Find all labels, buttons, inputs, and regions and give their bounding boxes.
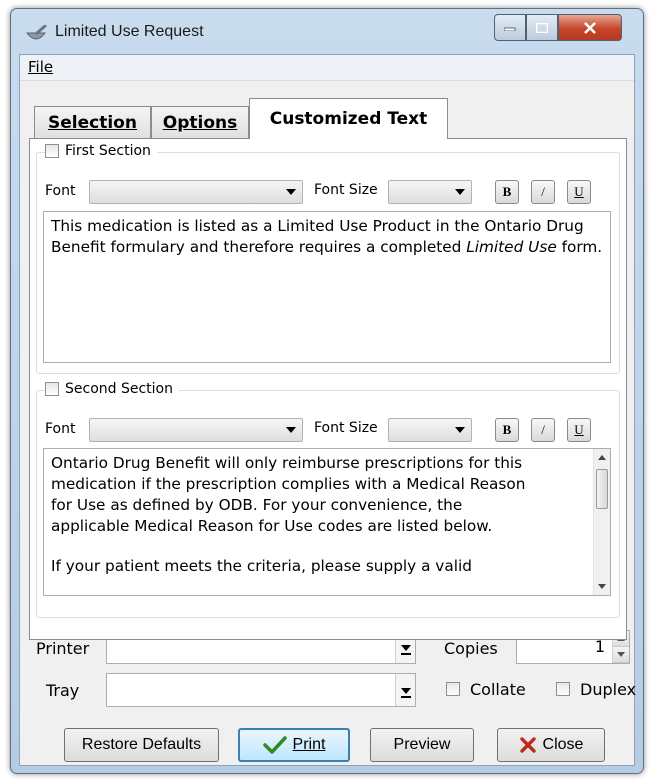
first-section-text-end: form. xyxy=(556,238,603,256)
dialog-client-area: File Selection Options Customized Text F… xyxy=(19,54,637,766)
font-label: Font xyxy=(45,183,76,199)
font-size-select[interactable] xyxy=(388,418,472,442)
first-section-group: First Section Font Font Size B / U This … xyxy=(36,143,620,374)
first-section-legend: First Section xyxy=(45,143,157,159)
tray-label: Tray xyxy=(46,681,80,700)
scroll-down-icon[interactable] xyxy=(598,584,606,589)
second-section-line: applicable Medical Reason for Use codes … xyxy=(51,517,493,535)
second-section-checkbox[interactable] xyxy=(45,382,59,396)
second-section-line: If your patient meets the criteria, plea… xyxy=(51,557,472,575)
chevron-down-icon xyxy=(286,427,296,433)
preview-button[interactable]: Preview xyxy=(370,728,474,762)
font-label: Font xyxy=(45,421,76,437)
underline-button[interactable]: U xyxy=(567,180,591,204)
tab-options[interactable]: Options xyxy=(151,106,249,138)
printer-label: Printer xyxy=(36,639,90,658)
second-section-label: Second Section xyxy=(65,381,173,397)
first-section-textbox[interactable]: This medication is listed as a Limited U… xyxy=(43,211,611,363)
dropdown-arrow-icon xyxy=(395,674,415,706)
second-section-textbox[interactable]: Ontario Drug Benefit will only reimburse… xyxy=(43,448,611,596)
limited-use-request-window: Limited Use Request File Selection Optio… xyxy=(10,8,644,774)
second-section-line: Ontario Drug Benefit will only reimburse… xyxy=(51,454,523,472)
second-section-group: Second Section Font Font Size B / U Onta… xyxy=(36,381,620,618)
font-size-label: Font Size xyxy=(314,420,378,436)
first-section-checkbox[interactable] xyxy=(45,144,59,158)
window-close-button[interactable] xyxy=(558,14,622,41)
italic-button[interactable]: / xyxy=(531,418,555,442)
close-button[interactable]: Close xyxy=(497,728,605,762)
scroll-up-icon[interactable] xyxy=(598,455,606,460)
close-label: Close xyxy=(542,736,584,753)
decrement-icon[interactable] xyxy=(613,647,629,663)
first-section-label: First Section xyxy=(65,143,151,159)
collate-checkbox[interactable] xyxy=(446,682,460,696)
close-icon xyxy=(584,21,596,34)
chevron-down-icon xyxy=(455,427,465,433)
tab-customized-text-label: Customized Text xyxy=(269,109,428,129)
print-label: Print xyxy=(292,736,326,753)
second-section-legend: Second Section xyxy=(45,381,179,397)
vertical-scrollbar[interactable] xyxy=(593,449,610,595)
italic-button[interactable]: / xyxy=(531,180,555,204)
mortar-pestle-icon xyxy=(25,25,47,40)
customized-text-panel: First Section Font Font Size B / U This … xyxy=(29,138,627,640)
minimize-icon xyxy=(504,27,516,31)
close-x-icon xyxy=(519,737,536,753)
chevron-down-icon xyxy=(286,189,296,195)
font-select[interactable] xyxy=(89,180,303,204)
checkmark-icon xyxy=(262,736,287,754)
collate-label: Collate xyxy=(470,680,526,699)
font-size-label: Font Size xyxy=(314,182,378,198)
maximize-button[interactable] xyxy=(526,14,558,41)
scroll-thumb[interactable] xyxy=(596,469,608,509)
font-size-select[interactable] xyxy=(388,180,472,204)
window-title: Limited Use Request xyxy=(55,23,204,40)
bold-button[interactable]: B xyxy=(495,180,519,204)
preview-label: Preview xyxy=(393,736,451,753)
chevron-down-icon xyxy=(455,189,465,195)
tab-customized-text[interactable]: Customized Text xyxy=(249,98,448,139)
tab-selection[interactable]: Selection xyxy=(34,106,151,138)
tab-options-label: Options xyxy=(162,112,238,133)
print-button[interactable]: Print xyxy=(238,728,350,762)
bold-button[interactable]: B xyxy=(495,418,519,442)
tab-selection-label: Selection xyxy=(48,112,137,133)
restore-defaults-button[interactable]: Restore Defaults xyxy=(64,728,219,762)
duplex-label: Duplex xyxy=(580,680,637,699)
minimize-button[interactable] xyxy=(494,14,526,41)
copies-label: Copies xyxy=(444,639,498,658)
tray-select[interactable] xyxy=(106,673,416,707)
maximize-icon xyxy=(536,22,548,33)
title-bar[interactable]: Limited Use Request xyxy=(11,9,643,53)
menu-file[interactable]: File xyxy=(28,58,53,76)
font-select[interactable] xyxy=(89,418,303,442)
menu-bar: File xyxy=(20,55,634,81)
underline-button[interactable]: U xyxy=(567,418,591,442)
second-section-line: for Use as defined by ODB. For your conv… xyxy=(51,496,463,514)
first-section-text-italic: Limited Use xyxy=(466,238,557,256)
duplex-checkbox[interactable] xyxy=(556,682,570,696)
restore-defaults-label: Restore Defaults xyxy=(81,736,202,753)
second-section-line: medication if the prescription complies … xyxy=(51,475,526,493)
